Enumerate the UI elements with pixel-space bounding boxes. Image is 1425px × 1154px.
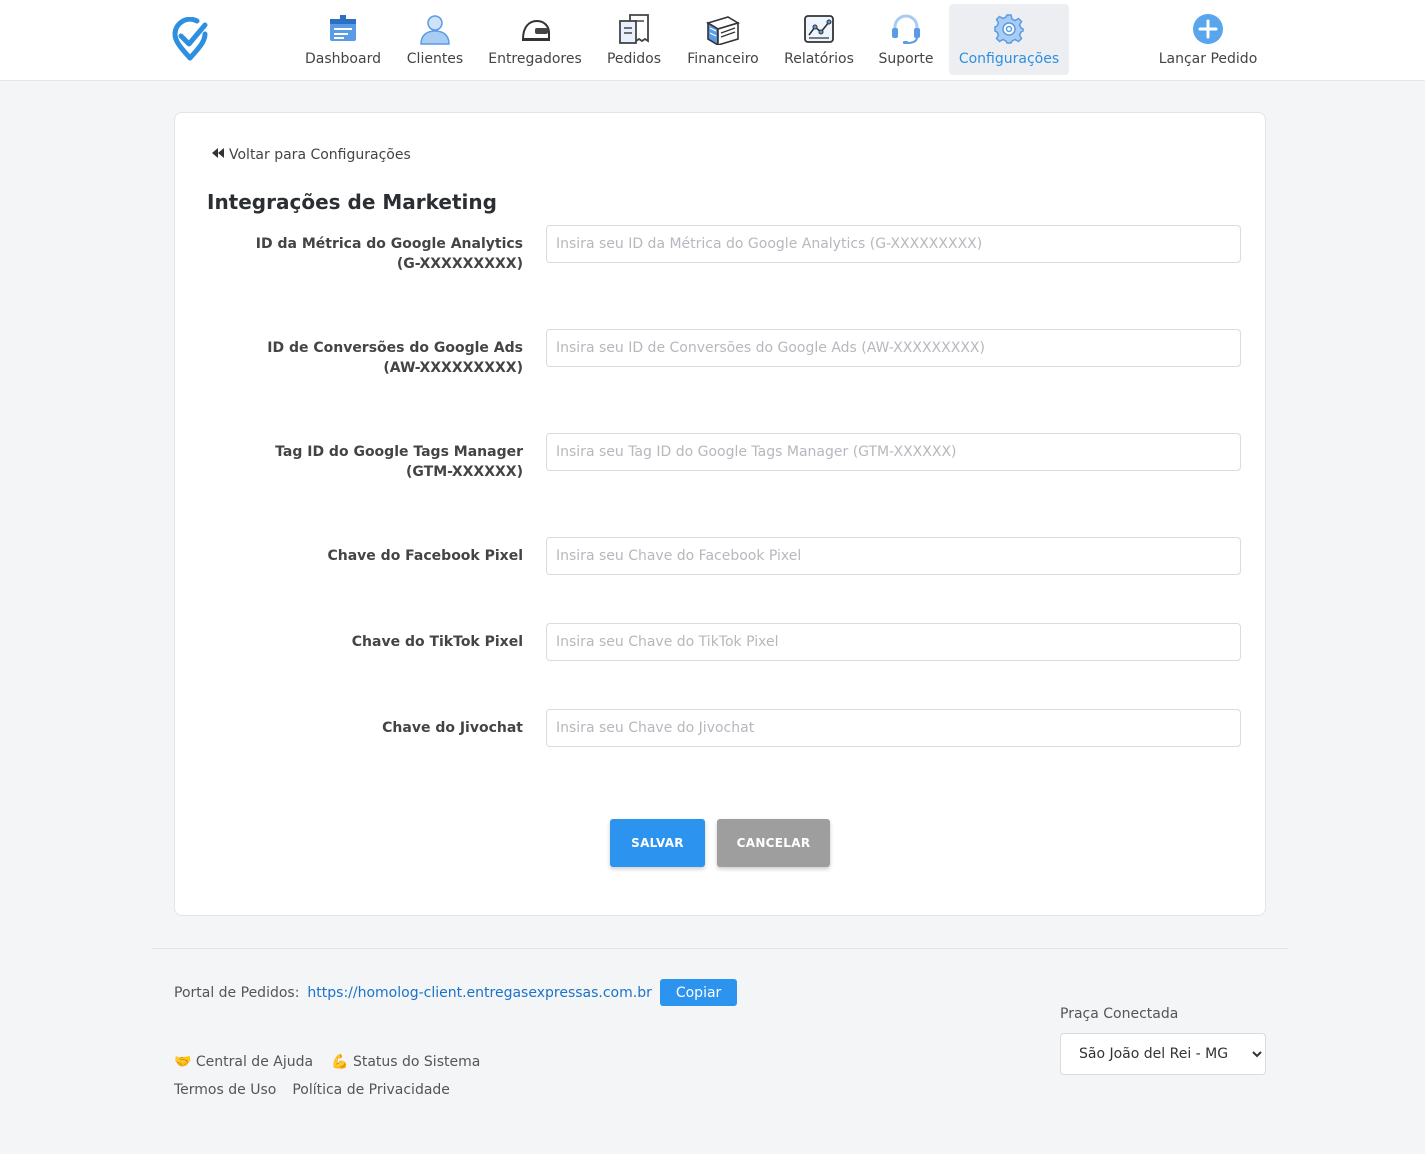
nav-label: Clientes bbox=[406, 51, 464, 67]
nav-lancar-pedido[interactable]: Lançar Pedido bbox=[1150, 4, 1266, 75]
helmet-icon bbox=[518, 12, 552, 46]
nav-label: Lançar Pedido bbox=[1158, 51, 1258, 67]
field-label: ID de Conversões do Google Ads (AW-XXXXX… bbox=[267, 340, 523, 376]
privacy-link[interactable]: Política de Privacidade bbox=[292, 1082, 450, 1098]
nav-clientes[interactable]: Clientes bbox=[400, 4, 470, 75]
receipt-icon bbox=[617, 12, 651, 46]
gear-icon bbox=[992, 12, 1026, 46]
field-label: Tag ID do Google Tags Manager (GTM-XXXXX… bbox=[275, 444, 523, 480]
google-tag-manager-input[interactable] bbox=[546, 433, 1241, 471]
google-ads-input[interactable] bbox=[546, 329, 1241, 367]
facebook-pixel-input[interactable] bbox=[546, 537, 1241, 575]
double-chevron-left-icon bbox=[211, 147, 225, 163]
system-status-link[interactable]: 💪 Status do Sistema bbox=[331, 1054, 480, 1070]
dashboard-icon bbox=[326, 12, 360, 46]
tiktok-pixel-input[interactable] bbox=[546, 623, 1241, 661]
footer-legal-links: Termos de Uso Política de Privacidade bbox=[174, 1082, 450, 1098]
nav-label: Suporte bbox=[878, 51, 934, 67]
terms-link[interactable]: Termos de Uso bbox=[174, 1082, 276, 1098]
logo-icon[interactable] bbox=[171, 16, 209, 61]
save-button[interactable]: SALVAR bbox=[610, 819, 705, 867]
settings-card: Voltar para Configurações Integrações de… bbox=[174, 112, 1266, 916]
nav-label: Entregadores bbox=[488, 51, 582, 67]
user-icon bbox=[418, 12, 452, 46]
portal-label: Portal de Pedidos: bbox=[174, 984, 300, 1001]
nav-label: Relatórios bbox=[784, 51, 854, 67]
portal-url-link[interactable]: https://homolog-client.entregasexpressas… bbox=[307, 985, 651, 1001]
back-link-label: Voltar para Configurações bbox=[229, 147, 411, 163]
field-label: ID da Métrica do Google Analytics (G-XXX… bbox=[255, 236, 523, 272]
field-label: Chave do TikTok Pixel bbox=[351, 634, 523, 650]
copy-button[interactable]: Copiar bbox=[659, 979, 738, 1006]
field-label: Chave do Jivochat bbox=[382, 720, 523, 736]
help-center-link[interactable]: 🤝 Central de Ajuda bbox=[174, 1054, 313, 1070]
nav-label: Configurações bbox=[958, 51, 1060, 67]
headset-icon bbox=[889, 12, 923, 46]
nav-financeiro[interactable]: Financeiro bbox=[680, 4, 766, 75]
money-icon bbox=[706, 12, 740, 46]
nav-label: Dashboard bbox=[305, 51, 381, 67]
cancel-button[interactable]: CANCELAR bbox=[717, 819, 830, 867]
back-link[interactable]: Voltar para Configurações bbox=[211, 147, 411, 163]
google-analytics-input[interactable] bbox=[546, 225, 1241, 263]
field-label: Chave do Facebook Pixel bbox=[327, 548, 523, 564]
footer-links: 🤝 Central de Ajuda 💪 Status do Sistema bbox=[174, 1054, 480, 1070]
top-navbar: Dashboard Clientes Entregadores Pedidos … bbox=[0, 0, 1425, 81]
nav-entregadores[interactable]: Entregadores bbox=[482, 4, 588, 75]
nav-label: Pedidos bbox=[606, 51, 662, 67]
jivochat-input[interactable] bbox=[546, 709, 1241, 747]
praca-select[interactable]: São João del Rei - MG bbox=[1060, 1033, 1266, 1075]
chart-icon bbox=[802, 12, 836, 46]
nav-pedidos[interactable]: Pedidos bbox=[600, 4, 668, 75]
nav-label: Financeiro bbox=[687, 51, 759, 67]
nav-relatorios[interactable]: Relatórios bbox=[778, 4, 860, 75]
nav-configuracoes[interactable]: Configurações bbox=[949, 4, 1069, 75]
praca-label: Praça Conectada bbox=[1060, 1006, 1179, 1022]
nav-dashboard[interactable]: Dashboard bbox=[298, 4, 388, 75]
footer-divider bbox=[152, 948, 1288, 949]
page-title: Integrações de Marketing bbox=[207, 190, 497, 214]
nav-suporte[interactable]: Suporte bbox=[872, 4, 940, 75]
portal-de-pedidos: Portal de Pedidos: https://homolog-clien… bbox=[174, 979, 738, 1006]
plus-circle-icon bbox=[1191, 12, 1225, 46]
